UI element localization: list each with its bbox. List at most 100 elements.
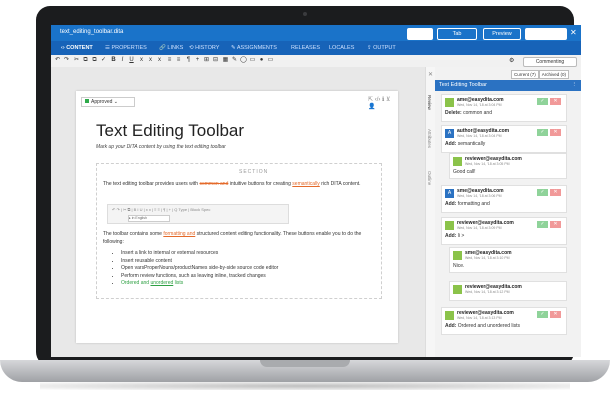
redo-icon[interactable]: ↷ [63,57,70,64]
underline-icon[interactable]: U [128,57,135,64]
toolbar-screenshot-image: ↶ ↷ | ✂ ⧉ | B I U | x x | ≡ ≡ | ¶ | + | … [107,204,289,224]
grid-icon[interactable]: ▦ [222,57,229,64]
laptop-notch [260,360,350,367]
tracked-insertion-2[interactable]: formatting and [163,231,195,237]
section-block: SECTION The text editing toolbar provide… [96,163,382,299]
paragraph-1: The text editing toolbar provides users … [103,181,361,187]
edit-icon[interactable]: ✎ [231,57,238,64]
reject-button[interactable]: ✕ [550,129,561,136]
paragraph-icon[interactable]: ¶ [185,57,192,64]
tab-current[interactable]: Current (7) [511,70,539,79]
reply-card[interactable]: reviewer@easydita.com Wed, Nov 14, '18 a… [449,153,567,179]
reject-button[interactable]: ✕ [550,98,561,105]
tracked-deletion[interactable]: common and [199,181,228,187]
page-tools[interactable]: ⇱ ‹/› ℹ ⊻ 👤 [368,96,398,110]
close-icon[interactable]: ✕ [570,28,577,37]
link-icon: 🔗 [159,45,166,51]
circle-icon[interactable]: ◯ [240,57,247,64]
cut-icon[interactable]: ✂ [73,57,80,64]
reject-button[interactable]: ✕ [550,221,561,228]
bold-icon[interactable]: B [110,57,117,64]
nav-assignments[interactable]: ✎ ASSIGNMENTS [231,45,277,51]
avatar [453,157,462,166]
comment-card[interactable]: A author@easydita.com Wed, Nov 14, '18 a… [441,125,567,153]
nav-locales[interactable]: LOCALES [329,45,354,51]
accept-button[interactable]: ✓ [537,189,548,196]
tracked-insertion[interactable]: semantically [292,181,320,187]
oxygen-button[interactable]: Oxygen [407,28,433,40]
camera [303,12,307,16]
clear-format-icon[interactable]: x [138,57,145,64]
accept-button[interactable]: ✓ [537,98,548,105]
gear-icon[interactable]: ⚙ [509,57,519,65]
frame-icon[interactable]: ▭ [249,57,256,64]
check-icon[interactable]: ✓ [100,57,107,64]
close-icon[interactable]: ✕ [428,71,433,78]
nav-properties[interactable]: ☰ PROPERTIES [105,45,147,51]
accept-button[interactable]: ✓ [537,129,548,136]
chevron-down-icon: ⌄ [113,99,118,105]
table-icon[interactable]: ⊞ [203,57,210,64]
tab-outline[interactable]: Outline [427,171,432,185]
avatar [453,251,462,260]
nav-content[interactable]: ‹› CONTENT [61,45,93,51]
subscript-icon[interactable]: x [156,57,163,64]
avatar [445,311,454,320]
reject-button[interactable]: ✕ [550,189,561,196]
screen: text_editing_toolbar.dita Oxygen Tab Pre… [51,25,581,357]
commenting-select[interactable]: Commenting [523,57,577,67]
undo-icon[interactable]: ↶ [54,57,61,64]
paragraph-2: The toolbar contains some formatting and… [103,231,362,245]
editor-area: Approved ⌄ ⇱ ‹/› ℹ ⊻ 👤 Text Editing Tool… [51,67,425,357]
review-tabs: Current (7) Archived (0) [511,70,570,79]
accept-button[interactable]: ✓ [537,221,548,228]
box-icon[interactable]: ▭ [267,57,274,64]
avatar [453,285,462,294]
comment-card[interactable]: reviewer@easydita.com Wed, Nov 14, '18 a… [441,307,567,335]
file-name: text_editing_toolbar.dita [60,29,124,35]
nav-bar: ‹› CONTENT ☰ PROPERTIES 🔗 LINKS ⟲ HISTOR… [51,41,581,55]
nav-output[interactable]: ⇪ OUTPUT [367,45,396,51]
tab-archived[interactable]: Archived (0) [538,70,570,79]
avatar [445,98,454,107]
comment-icon[interactable]: ● [258,57,265,64]
insert-icon[interactable]: + [194,57,201,64]
list-item: Insert a link to internal or external re… [121,250,278,258]
preview-button[interactable]: Preview [483,28,521,40]
italic-icon[interactable]: I [119,57,126,64]
tab-button[interactable]: Tab [437,28,477,40]
comment-card[interactable]: reviewer@easydita.com Wed, Nov 14, '18 a… [441,217,567,245]
tab-review[interactable]: Review [427,95,432,110]
list-item: Open varsProperNouns/productNames side-b… [121,265,278,273]
nav-releases[interactable]: RELEASES [291,45,320,51]
status-dot [85,99,89,103]
ordered-list-icon[interactable]: ≡ [166,57,173,64]
reject-button[interactable]: ✕ [550,311,561,318]
short-description: Mark up your DITA content by using the t… [96,144,226,150]
paste-icon[interactable]: ⧉ [91,57,98,64]
unordered-list-icon[interactable]: ≡ [175,57,182,64]
publish-button[interactable]: Publish [525,28,567,40]
avatar [445,221,454,230]
superscript-icon[interactable]: x [147,57,154,64]
document-page[interactable]: Approved ⌄ ⇱ ‹/› ℹ ⊻ 👤 Text Editing Tool… [76,91,398,343]
reply-card[interactable]: sme@easydita.com Wed, Nov 14, '18 at 3:1… [449,247,567,273]
reply-card[interactable]: reviewer@easydita.com Wed, Nov 14, '18 a… [449,281,567,301]
list-item: Perform review functions, such as leavin… [121,273,278,281]
image-icon[interactable]: ⊟ [212,57,219,64]
list-item: Ordered and unordered lists [121,280,278,288]
accept-button[interactable]: ✓ [537,311,548,318]
more-icon[interactable]: ⋮ [572,80,578,91]
tab-attributes[interactable]: Attributes [427,129,432,148]
avatar: A [445,189,454,198]
pencil-icon: ✎ [231,45,236,51]
nav-history[interactable]: ⟲ HISTORY [189,45,219,51]
comment-card[interactable]: A sme@easydita.com Wed, Nov 14, '18 at 3… [441,185,567,213]
comment-card[interactable]: ame@easydita.com Wed, Nov 14, '18 at 3:0… [441,94,567,122]
list-icon: ☰ [105,45,110,51]
status-select[interactable]: Approved ⌄ [81,97,135,107]
copy-icon[interactable]: ⧉ [82,57,89,64]
nav-links[interactable]: 🔗 LINKS [159,45,183,51]
review-panel: Current (7) Archived (0) Text Editing Too… [435,67,581,357]
output-icon: ⇪ [367,45,372,51]
